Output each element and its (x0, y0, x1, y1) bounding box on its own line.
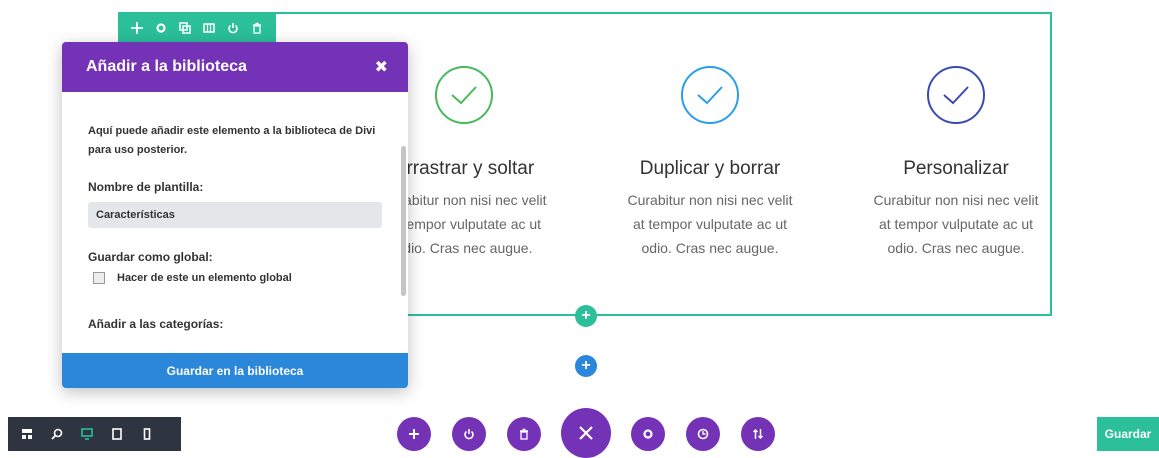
add-to-library-modal: Añadir a la biblioteca ✖ Aquí puede añad… (62, 42, 408, 388)
global-label: Guardar como global: (88, 250, 213, 264)
history-button[interactable] (686, 417, 720, 451)
modal-description: Aquí puede añadir este elemento a la bib… (88, 125, 376, 156)
power-button[interactable] (452, 417, 486, 451)
feature-text: Curabitur non nisi nec velit at tempor v… (873, 192, 1039, 256)
global-checkbox-label: Hacer de este un elemento global (117, 272, 292, 284)
close-icon[interactable]: ✖ (375, 57, 388, 77)
template-name-input[interactable] (88, 202, 382, 228)
modal-scrollbar[interactable] (401, 146, 406, 296)
feature-column-3: Personalizar Curabitur non nisi nec veli… (846, 66, 1066, 260)
phone-icon[interactable] (140, 427, 154, 441)
save-to-library-button[interactable]: Guardar en la biblioteca (62, 353, 408, 388)
tablet-icon[interactable] (110, 427, 124, 441)
settings-button[interactable] (631, 417, 665, 451)
modal-header: Añadir a la biblioteca ✖ (62, 42, 408, 92)
add-row-button[interactable]: + (575, 355, 597, 377)
modal-body: Aquí puede añadir este elemento a la bib… (62, 92, 408, 353)
move-icon[interactable] (128, 18, 146, 38)
global-checkbox-row[interactable]: Hacer de este un elemento global (93, 272, 382, 284)
feature-text: Curabitur non nisi nec velit at tempor v… (627, 192, 793, 256)
portability-button[interactable] (741, 417, 775, 451)
add-section-button[interactable] (397, 417, 431, 451)
row-toolbar (118, 12, 276, 43)
gear-icon[interactable] (152, 18, 170, 38)
power-icon[interactable] (224, 18, 242, 38)
feature-title: Personalizar (903, 158, 1009, 179)
columns-icon[interactable] (200, 18, 218, 38)
feature-title: Duplicar y borrar (639, 158, 781, 179)
duplicate-icon[interactable] (176, 18, 194, 38)
wireframe-icon[interactable] (20, 427, 34, 441)
categories-label: Añadir a las categorías: (88, 317, 224, 331)
close-builder-button[interactable] (561, 408, 611, 458)
zoom-icon[interactable] (50, 427, 64, 441)
feature-column-2: Duplicar y borrar Curabitur non nisi nec… (600, 66, 820, 260)
trash-icon[interactable] (248, 18, 266, 38)
template-name-label: Nombre de plantilla: (88, 180, 204, 194)
check-circle-icon (681, 66, 739, 124)
desktop-icon[interactable] (80, 427, 94, 441)
view-mode-bar (8, 417, 181, 451)
modal-title: Añadir a la biblioteca (86, 58, 247, 75)
add-module-button[interactable]: + (575, 305, 597, 327)
check-circle-icon (927, 66, 985, 124)
check-circle-icon (435, 66, 493, 124)
trash-button[interactable] (507, 417, 541, 451)
global-checkbox[interactable] (93, 272, 105, 284)
save-button[interactable]: Guardar (1097, 417, 1159, 451)
